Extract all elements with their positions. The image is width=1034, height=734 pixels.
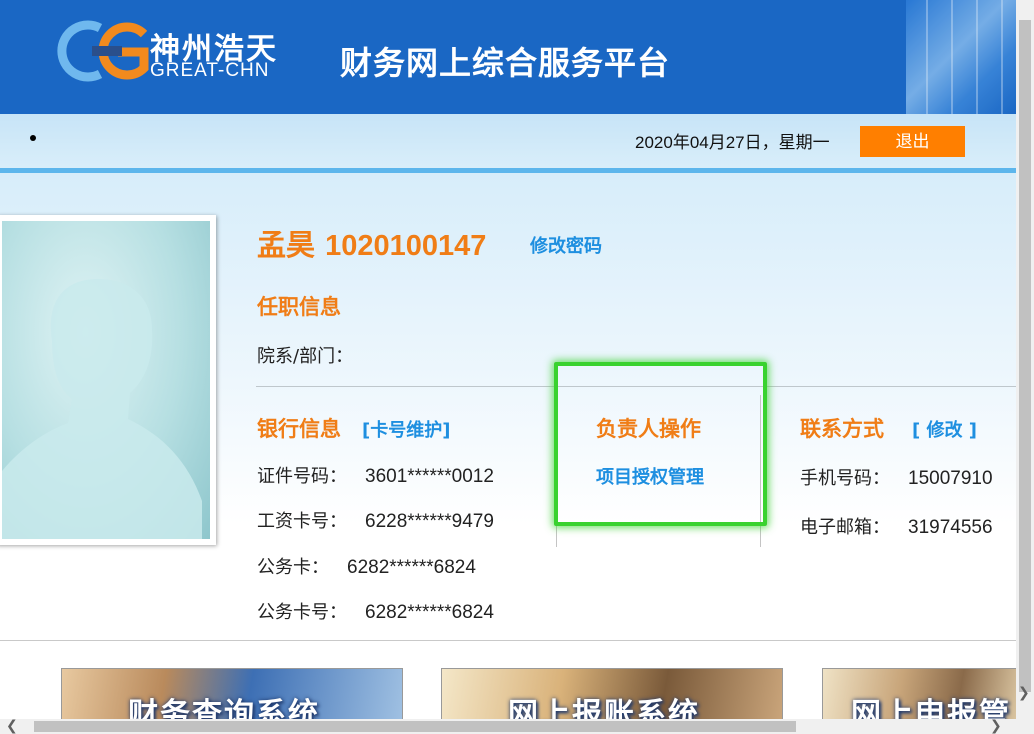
bullet-icon [30, 135, 36, 141]
finance-query-banner[interactable]: 财务查询系统 [61, 668, 403, 720]
horizontal-scroll-thumb[interactable] [34, 721, 796, 732]
user-name: 孟昊 [257, 228, 316, 262]
panel-divider [0, 640, 1016, 641]
change-password-link[interactable]: 修改密码 [530, 232, 602, 258]
department-label: 院系/部门： [257, 346, 354, 367]
user-name-id: 孟昊 1020100147 [257, 222, 486, 264]
official-card-field: 公务卡： 6282******6824 [257, 553, 476, 579]
online-declaration-banner[interactable]: 网上申报管 [822, 668, 1016, 720]
current-date: 2020年04月27日，星期一 [635, 133, 830, 152]
field-value: 31974556 [908, 517, 993, 538]
vertical-scrollbar[interactable]: ❯ [1016, 0, 1034, 734]
top-info-bar: 2020年04月27日，星期一 退出 [0, 114, 1016, 168]
banner-label: 网上申报管 [851, 697, 1011, 720]
user-id: 1020100147 [325, 230, 487, 262]
online-reimbursement-banner[interactable]: 网上报账系统 [441, 668, 783, 720]
field-value: 3601******0012 [365, 466, 494, 487]
id-number-field: 证件号码： 3601******0012 [257, 462, 494, 488]
email-field: 电子邮箱： 31974556 [800, 513, 1016, 539]
department-field: 院系/部门： [257, 342, 353, 368]
employment-title: 任职信息 [257, 295, 341, 319]
scroll-down-icon[interactable]: ❯ [1018, 686, 1030, 700]
field-value: 6282******6824 [347, 557, 476, 578]
logo-mark-icon [57, 20, 149, 82]
logo-english-text: GREAT-CHN [150, 60, 270, 81]
banner-label: 财务查询系统 [128, 697, 320, 720]
field-label: 手机号码： [800, 468, 890, 489]
person-silhouette-icon [2, 279, 202, 539]
logout-button[interactable]: 退出 [860, 126, 965, 157]
field-label: 证件号码： [257, 466, 347, 487]
card-maintain-link[interactable]: [卡号维护] [362, 416, 450, 442]
field-label: 公务卡号： [257, 602, 347, 623]
site-header: 神州浩天 GREAT-CHN 财务网上综合服务平台 [0, 0, 1016, 114]
field-value: 15007910 [908, 468, 993, 489]
official-card-number-field: 公务卡号： 6282******6824 [257, 598, 494, 624]
scroll-right-icon[interactable]: ❯ [990, 719, 1002, 733]
company-logo: 神州浩天 GREAT-CHN [52, 20, 322, 82]
site-title: 财务网上综合服务平台 [340, 44, 671, 82]
field-value: 6282******6824 [365, 602, 494, 623]
contact-title: 联系方式 [800, 417, 884, 441]
field-label: 电子邮箱： [800, 517, 890, 538]
scroll-left-icon[interactable]: ❮ [6, 719, 18, 733]
banner-label: 网上报账系统 [508, 697, 700, 720]
contact-edit-link[interactable]: [ 修改 ] [912, 416, 977, 442]
bank-title: 银行信息 [257, 417, 341, 441]
field-value: 6228******9479 [365, 511, 494, 532]
mobile-field: 手机号码： 15007910 [800, 464, 1016, 490]
focus-highlight [554, 362, 767, 526]
avatar [0, 215, 216, 545]
salary-card-field: 工资卡号： 6228******9479 [257, 507, 494, 533]
horizontal-scrollbar[interactable]: ❮ ❯ [0, 719, 1016, 734]
building-image [906, 0, 1016, 114]
field-label: 公务卡： [257, 557, 329, 578]
field-label: 工资卡号： [257, 511, 347, 532]
vertical-scroll-thumb[interactable] [1019, 20, 1031, 692]
